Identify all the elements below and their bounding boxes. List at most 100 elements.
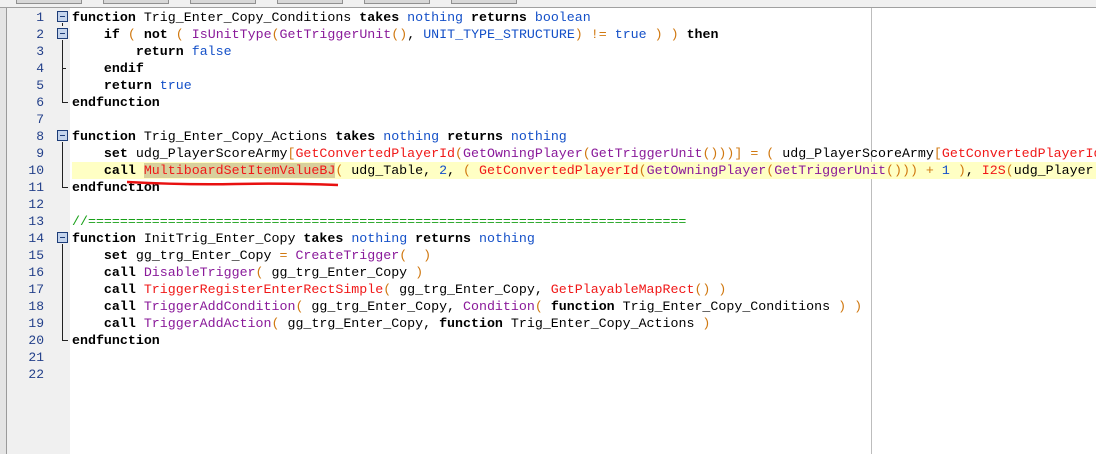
token-kw: call (103, 299, 136, 314)
token-kw: call (103, 163, 136, 178)
code-editor[interactable]: 1 function Trig_Enter_Copy_Conditions tak… (0, 9, 1096, 383)
line-number: 8 (36, 129, 44, 144)
token-bj: I2S (981, 163, 1006, 178)
token-id: udg_Player (1013, 163, 1094, 178)
code-line[interactable]: 18 call TriggerAddCondition ( gg_trg_Ente… (0, 298, 1096, 315)
token-id (136, 163, 144, 178)
token-paren: ( (399, 248, 408, 263)
token-id (471, 163, 479, 178)
token-paren: ) (702, 316, 711, 331)
code-line[interactable]: 19 call TriggerAddAction( gg_trg_Enter_C… (0, 315, 1096, 332)
token-native: GetTriggerUnit (279, 27, 392, 42)
line-number: 7 (36, 112, 44, 127)
code-line[interactable]: 9 set udg_PlayerScoreArmy[GetConvertedPl… (0, 145, 1096, 162)
token-id (72, 27, 104, 42)
token-id (184, 27, 192, 42)
token-native: TriggerAddCondition (143, 299, 296, 314)
code-line[interactable]: 2 if ( not ( IsUnitType(GetTriggerUnit()… (0, 26, 1096, 43)
fold-guide (56, 145, 70, 162)
code-line[interactable]: 3 return false (0, 43, 1096, 60)
toolbar-button[interactable] (277, 0, 343, 4)
token-id (136, 316, 144, 331)
line-number: 3 (36, 44, 44, 59)
code-line[interactable]: 12 (0, 196, 1096, 213)
token-kw: endfunction (72, 333, 160, 348)
token-paren: ) (415, 265, 424, 280)
token-paren: ) (654, 27, 663, 42)
token-bj: GetConvertedPlayerId (295, 146, 456, 161)
code-line[interactable]: 6 endfunction (0, 94, 1096, 111)
token-id: Trig_Enter_Copy_Conditions (614, 299, 839, 314)
token-paren: ( (463, 163, 472, 178)
fold-collapse-icon[interactable] (56, 9, 70, 26)
line-number: 16 (28, 265, 44, 280)
code-line[interactable]: 16 call DisableTrigger( gg_trg_Enter_Cop… (0, 264, 1096, 281)
line-number: 13 (28, 214, 44, 229)
token-paren: ) (838, 299, 847, 314)
fold-guide (56, 349, 70, 366)
token-id: gg_trg_Enter_Copy (263, 265, 416, 280)
code-line[interactable]: 15 set gg_trg_Enter_Copy = CreateTrigger… (0, 247, 1096, 264)
token-id (184, 44, 192, 59)
code-line[interactable]: 7 (0, 111, 1096, 128)
token-bj: MultiboardSetItemValueBJ (143, 163, 336, 178)
toolbar (0, 0, 1096, 8)
code-text: return false (72, 43, 1096, 60)
token-kw: returns (447, 129, 503, 144)
code-text: call TriggerAddCondition ( gg_trg_Enter_C… (72, 298, 1096, 315)
token-kw: function (550, 299, 615, 314)
token-id: gg_trg_Enter_Copy, (391, 282, 551, 297)
code-text: call DisableTrigger( gg_trg_Enter_Copy ) (72, 264, 1096, 281)
code-line[interactable]: 8 function Trig_Enter_Copy_Actions takes … (0, 128, 1096, 145)
token-id (647, 27, 655, 42)
code-line[interactable]: 22 (0, 366, 1096, 383)
token-id: , (447, 163, 464, 178)
code-line[interactable]: 21 (0, 349, 1096, 366)
token-kw: if (103, 27, 120, 42)
token-paren: ( (455, 146, 464, 161)
fold-guide (56, 298, 70, 315)
token-type: false (191, 44, 232, 59)
code-text: function Trig_Enter_Copy_Conditions take… (72, 9, 1096, 26)
code-line[interactable]: 14 function InitTrig_Enter_Copy takes not… (0, 230, 1096, 247)
code-line[interactable]: 10 call MultiboardSetItemValueBJ ( udg_Ta… (0, 162, 1096, 179)
fold-guide (56, 43, 70, 60)
token-kw: then (686, 27, 719, 42)
code-text: set gg_trg_Enter_Copy = CreateTrigger( ) (72, 247, 1096, 264)
token-id (136, 299, 144, 314)
line-number: 17 (28, 282, 44, 297)
token-kw: takes (335, 129, 376, 144)
toolbar-button[interactable] (103, 0, 169, 4)
code-line[interactable]: 13 //====================================… (0, 213, 1096, 230)
token-id (136, 27, 144, 42)
code-line[interactable]: 17 call TriggerRegisterEnterRectSimple( … (0, 281, 1096, 298)
token-id (72, 163, 104, 178)
fold-guide (56, 77, 70, 94)
token-id (439, 129, 447, 144)
code-line[interactable]: 20 endfunction (0, 332, 1096, 349)
token-id: Trig_Enter_Copy_Conditions (135, 10, 360, 25)
toolbar-button[interactable] (364, 0, 430, 4)
token-id (72, 265, 104, 280)
token-paren: [ (933, 146, 942, 161)
token-id: Trig_Enter_Copy_Actions (135, 129, 336, 144)
fold-collapse-icon[interactable] (56, 128, 70, 145)
token-paren: ( (638, 163, 647, 178)
fold-guide (56, 264, 70, 281)
token-id: InitTrig_Enter_Copy (135, 231, 304, 246)
fold-collapse-icon[interactable] (56, 26, 70, 43)
line-number: 6 (36, 95, 44, 110)
code-line[interactable]: 1 function Trig_Enter_Copy_Conditions tak… (0, 9, 1096, 26)
token-kw: function (72, 231, 136, 246)
token-num: 2 (439, 163, 448, 178)
token-id (463, 10, 471, 25)
token-bj: GetConvertedPlayerId (479, 163, 639, 178)
code-text: call MultiboardSetItemValueBJ ( udg_Table… (72, 162, 1096, 179)
token-kw: return (135, 44, 184, 59)
fold-collapse-icon[interactable] (56, 230, 70, 247)
code-line[interactable]: 4 endif (0, 60, 1096, 77)
code-line[interactable]: 5 return true (0, 77, 1096, 94)
toolbar-button[interactable] (16, 0, 82, 4)
toolbar-button[interactable] (190, 0, 256, 4)
toolbar-button[interactable] (451, 0, 517, 4)
